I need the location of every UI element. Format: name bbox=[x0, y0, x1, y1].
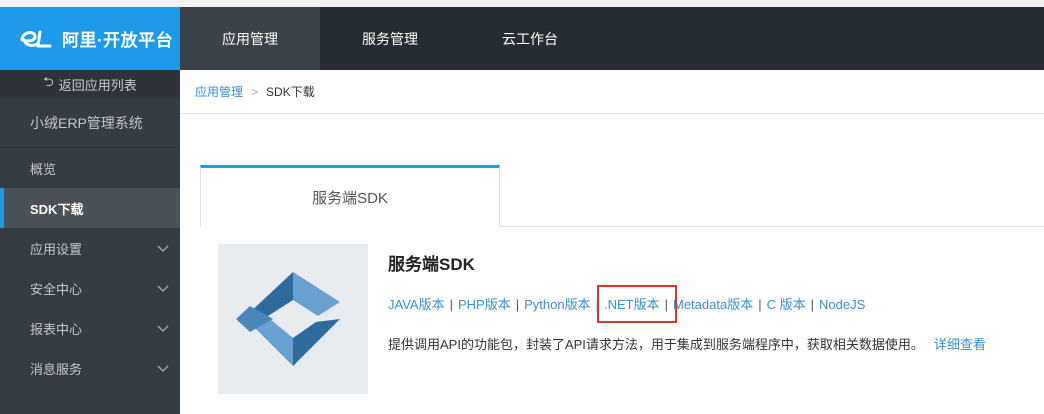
sidebar-item-label: 安全中心 bbox=[30, 281, 83, 297]
link-nodejs[interactable]: NodeJS bbox=[819, 297, 865, 312]
top-nav: 应用管理 服务管理 云工作台 bbox=[180, 7, 1044, 70]
sidebar-item-label: 报表中心 bbox=[30, 321, 83, 337]
sidebar-item-0[interactable]: 概览 bbox=[0, 148, 180, 188]
breadcrumb-current: SDK下载 bbox=[266, 85, 315, 99]
app-name: 小绒ERP管理系统 bbox=[0, 98, 180, 148]
sidebar-item-label: 概览 bbox=[30, 161, 57, 177]
view-details-link[interactable]: 详细查看 bbox=[934, 337, 986, 352]
window-top-strip bbox=[0, 0, 1044, 7]
sidebar: 阿里·开放平台 ⮌ 返回应用列表 小绒ERP管理系统 概览 SDK下载应用设置安全… bbox=[0, 7, 180, 414]
card-description: 提供调用API的功能包，封装了API请求方法，用于集成到服务端程序中，获取相关数… bbox=[388, 334, 986, 353]
breadcrumb: 应用管理 > SDK下载 bbox=[180, 70, 1044, 114]
sidebar-item-2[interactable]: 应用设置 bbox=[0, 228, 180, 268]
chevron-down-icon bbox=[157, 245, 169, 253]
link-separator: | bbox=[515, 297, 520, 312]
chevron-down-icon bbox=[157, 365, 169, 373]
link-metadata[interactable]: Metadata版本 bbox=[673, 297, 753, 312]
chevron-down-icon bbox=[157, 285, 169, 293]
brand-title: 阿里·开放平台 bbox=[62, 31, 174, 50]
back-label: 返回应用列表 bbox=[58, 77, 137, 93]
dotnet-highlight-box bbox=[597, 285, 677, 323]
tab-cloud-workbench[interactable]: 云工作台 bbox=[460, 7, 600, 70]
sidebar-item-5[interactable]: 消息服务 bbox=[0, 348, 180, 388]
link-php[interactable]: PHP版本 bbox=[458, 297, 511, 312]
sidebar-item-3[interactable]: 安全中心 bbox=[0, 268, 180, 308]
sidebar-item-label: SDK下载 bbox=[30, 201, 84, 217]
card-title: 服务端SDK bbox=[388, 255, 475, 274]
content-tabs: 服务端SDK bbox=[200, 165, 1044, 227]
sidebar-item-1[interactable]: SDK下载 bbox=[0, 188, 180, 228]
description-text: 提供调用API的功能包，封装了API请求方法，用于集成到服务端程序中，获取相关数… bbox=[388, 337, 924, 352]
sidebar-item-label: 应用设置 bbox=[30, 241, 83, 257]
sidebar-nav: 概览 SDK下载应用设置安全中心报表中心消息服务 bbox=[0, 148, 180, 388]
sidebar-item-label: 消息服务 bbox=[30, 361, 83, 377]
link-c[interactable]: C 版本 bbox=[767, 297, 806, 312]
tab-service-management[interactable]: 服务管理 bbox=[320, 7, 460, 70]
alibaba-e-logo-icon bbox=[20, 30, 52, 47]
link-separator: | bbox=[758, 297, 762, 312]
sdk-cube-icon bbox=[236, 272, 340, 366]
breadcrumb-app-management[interactable]: 应用管理 bbox=[195, 83, 243, 100]
brand-logo[interactable]: 阿里·开放平台 bbox=[0, 7, 180, 70]
tab-server-sdk[interactable]: 服务端SDK bbox=[200, 165, 500, 227]
link-separator: | bbox=[810, 297, 814, 312]
undo-arrow-icon: ⮌ bbox=[43, 74, 54, 89]
sidebar-item-4[interactable]: 报表中心 bbox=[0, 308, 180, 348]
chevron-down-icon bbox=[157, 325, 169, 333]
sdk-logo-image bbox=[218, 244, 368, 394]
link-python[interactable]: Python版本 bbox=[524, 297, 590, 312]
link-java[interactable]: JAVA版本 bbox=[388, 297, 445, 312]
link-separator: | bbox=[449, 297, 453, 312]
tab-app-management[interactable]: 应用管理 bbox=[180, 7, 320, 70]
breadcrumb-separator: > bbox=[251, 84, 259, 99]
back-to-app-list[interactable]: ⮌ 返回应用列表 bbox=[0, 70, 180, 98]
